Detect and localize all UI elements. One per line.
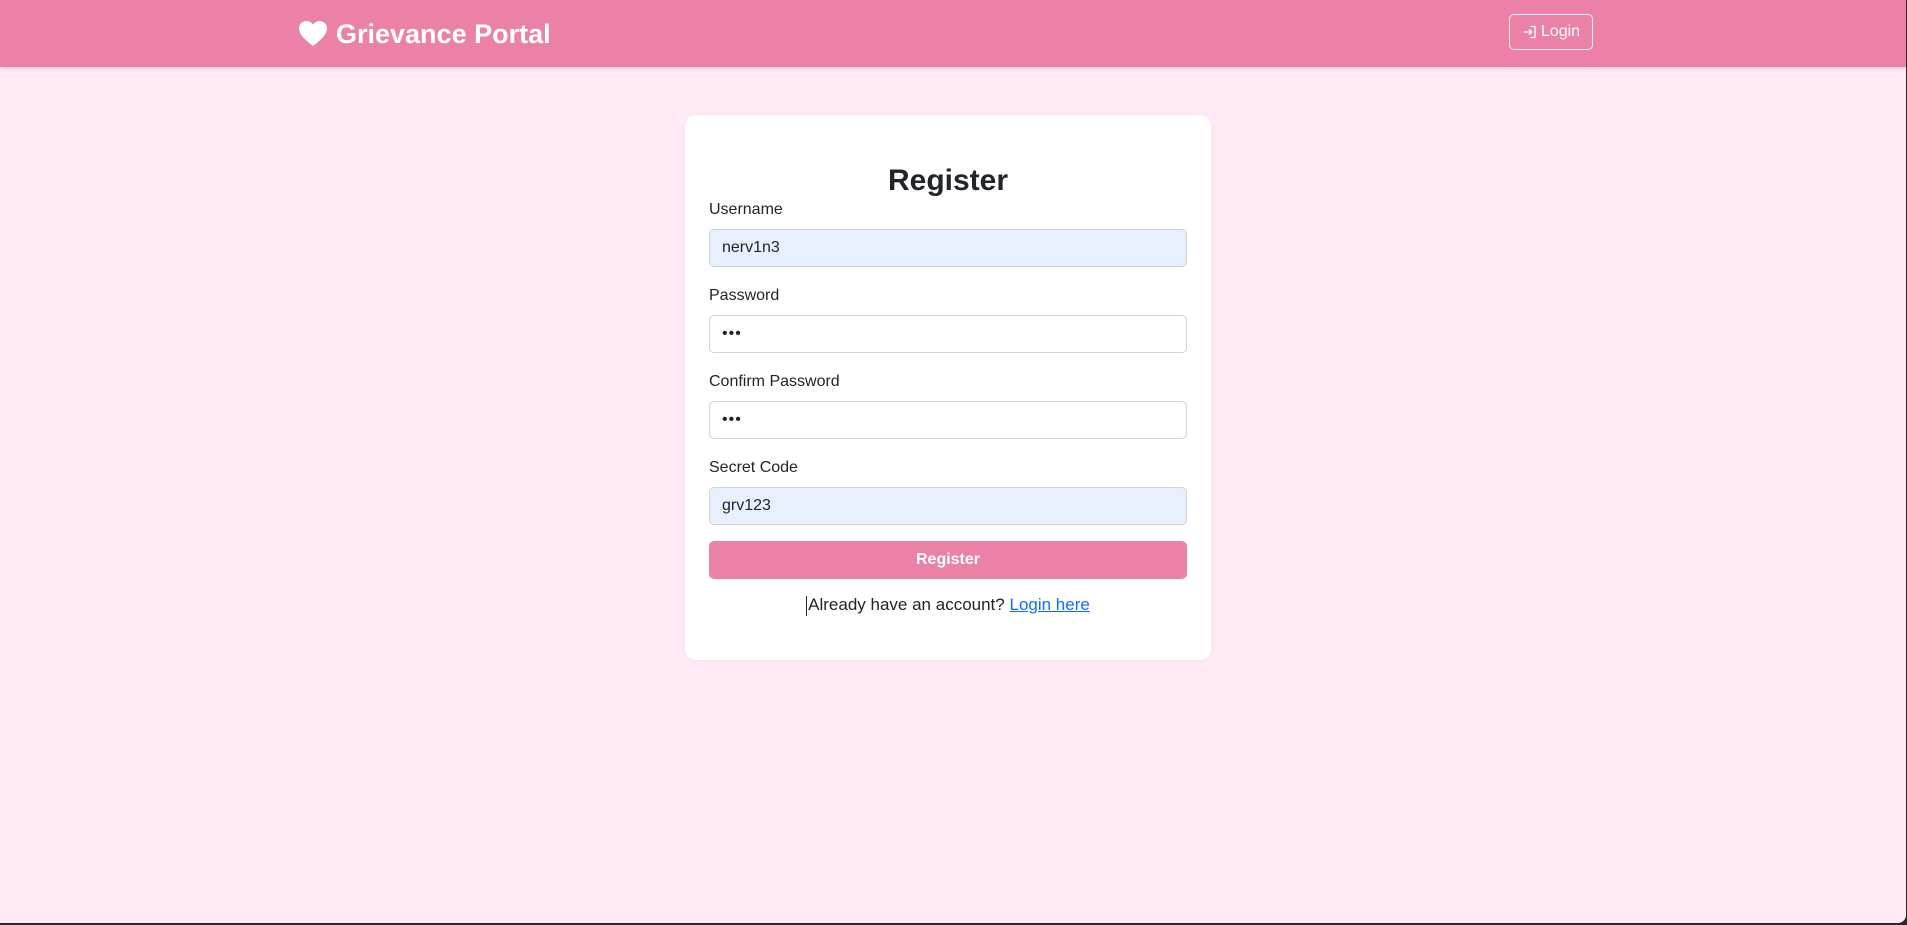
page-viewport: Grievance Portal Login Register Username… — [0, 0, 1906, 923]
confirm-password-label: Confirm Password — [709, 373, 840, 390]
confirm-password-input[interactable] — [709, 401, 1187, 439]
text-caret — [806, 595, 808, 616]
nav-login-button[interactable]: Login — [1509, 14, 1593, 50]
username-label: Username — [709, 201, 783, 218]
secret-code-input[interactable] — [709, 487, 1187, 525]
login-prompt: Already have an account? Login here — [685, 594, 1211, 616]
username-input[interactable] — [709, 229, 1187, 267]
login-arrow-icon — [1522, 24, 1538, 40]
heart-icon — [298, 20, 328, 48]
register-card: Register Username Password Confirm Passw… — [685, 115, 1211, 660]
brand[interactable]: Grievance Portal — [298, 14, 551, 54]
login-here-link[interactable]: Login here — [1009, 595, 1089, 614]
password-input[interactable] — [709, 315, 1187, 353]
secret-code-label: Secret Code — [709, 459, 798, 476]
brand-title: Grievance Portal — [336, 19, 551, 49]
password-label: Password — [709, 287, 780, 304]
login-prompt-text: Already have an account? — [808, 595, 1005, 614]
top-navbar: Grievance Portal Login — [0, 0, 1906, 67]
register-title: Register — [887, 164, 1009, 198]
nav-login-label: Login — [1540, 23, 1581, 40]
register-button[interactable]: Register — [709, 541, 1187, 579]
